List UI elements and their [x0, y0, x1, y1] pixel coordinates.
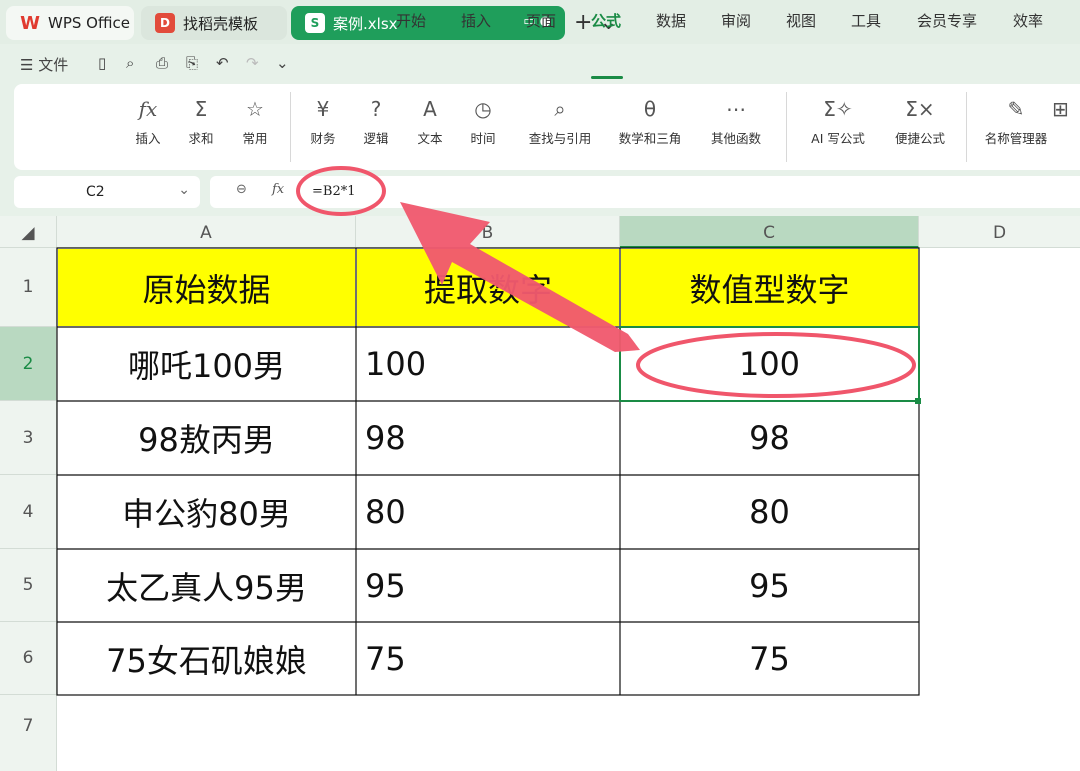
- cell-c4[interactable]: 80: [621, 476, 918, 548]
- cell-c1[interactable]: 数值型数字: [621, 249, 918, 326]
- cell-a4[interactable]: 申公豹80男: [58, 476, 355, 548]
- active-cell-border: [619, 326, 920, 402]
- cell-c6[interactable]: 75: [621, 623, 918, 694]
- cell-b4[interactable]: 80: [357, 476, 619, 548]
- cell-a1[interactable]: 原始数据: [58, 249, 355, 326]
- cell-b6[interactable]: 75: [357, 623, 619, 694]
- cell-c5[interactable]: 95: [621, 550, 918, 621]
- cell-a2[interactable]: 哪吒100男: [58, 328, 355, 400]
- cell-a6[interactable]: 75女石矶娘娘: [58, 623, 355, 694]
- cell-b3[interactable]: 98: [357, 402, 619, 474]
- fill-handle[interactable]: [915, 398, 921, 404]
- cell-b1[interactable]: 提取数字: [357, 249, 619, 326]
- cell-a5[interactable]: 太乙真人95男: [58, 550, 355, 621]
- cell-c3[interactable]: 98: [621, 402, 918, 474]
- cell-a3[interactable]: 98敖丙男: [58, 402, 355, 474]
- cell-b2[interactable]: 100: [357, 328, 619, 400]
- cell-b5[interactable]: 95: [357, 550, 619, 621]
